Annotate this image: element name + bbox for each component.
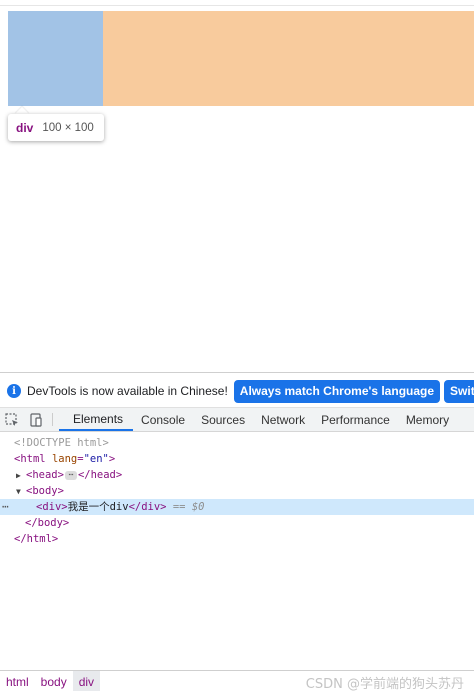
tooltip-dimensions: 100 × 100: [42, 121, 94, 134]
body-close-tag: </body>: [25, 517, 70, 529]
tab-memory[interactable]: Memory: [398, 408, 457, 431]
device-toolbar-icon[interactable]: [24, 408, 48, 431]
toolbar-divider: [52, 413, 53, 426]
expand-triangle-icon[interactable]: ▶: [16, 468, 26, 484]
body-open-tag: <body>: [26, 485, 64, 497]
switch-devtools-button[interactable]: Switch DevTo: [444, 379, 474, 403]
collapse-triangle-icon[interactable]: ▼: [16, 484, 26, 500]
devtools-panel: i DevTools is now available in Chinese! …: [0, 372, 474, 691]
lang-value: "en": [83, 453, 109, 465]
tab-console[interactable]: Console: [133, 408, 193, 431]
dom-node-body-close[interactable]: </body>: [0, 515, 474, 531]
div-close-tag: </div>: [128, 501, 167, 513]
language-infobar: i DevTools is now available in Chinese! …: [0, 379, 474, 403]
lang-attribute: lang: [51, 453, 78, 465]
div-content-highlight: [8, 11, 103, 106]
page-viewport: div 100 × 100: [0, 0, 474, 372]
dom-node-doctype[interactable]: <!DOCTYPE html>: [0, 435, 474, 451]
tooltip-tag: div: [16, 120, 34, 135]
more-options-icon[interactable]: ⋯: [2, 499, 9, 515]
html-close-tag: </html>: [14, 533, 59, 545]
breadcrumb-html[interactable]: html: [0, 671, 35, 691]
inspector-tooltip: div 100 × 100: [8, 114, 104, 141]
viewport-top-border: [0, 5, 474, 6]
div-text-content: 我是一个div: [67, 501, 129, 513]
tab-network[interactable]: Network: [253, 408, 313, 431]
inspect-element-icon[interactable]: [0, 408, 24, 431]
dollar-zero-marker: $0: [191, 501, 205, 513]
infobar-message: DevTools is now available in Chinese!: [27, 384, 228, 398]
tab-sources[interactable]: Sources: [193, 408, 253, 431]
html-open-gt: >: [108, 453, 116, 465]
html-open-tag: <html: [14, 453, 46, 465]
dom-node-head[interactable]: ▶ <head> ⋯ </head>: [0, 467, 474, 483]
equals-marker: ==: [172, 501, 186, 513]
head-open-tag: <head>: [26, 469, 64, 481]
devtools-tabbar: Elements Console Sources Network Perform…: [0, 407, 474, 432]
tab-elements[interactable]: Elements: [59, 408, 134, 431]
dom-node-html-close[interactable]: </html>: [0, 531, 474, 547]
info-icon: i: [7, 384, 21, 398]
div-margin-highlight: [103, 11, 474, 106]
div-open-tag: <div>: [36, 501, 68, 513]
dom-node-html[interactable]: <html lang="en">: [0, 451, 474, 467]
watermark-text: CSDN @学前端的狗头苏丹: [305, 677, 464, 691]
tab-performance[interactable]: Performance: [313, 408, 398, 431]
breadcrumb-body[interactable]: body: [35, 671, 73, 691]
elements-dom-tree: <!DOCTYPE html> <html lang="en"> ▶ <head>…: [0, 433, 474, 663]
always-match-language-button[interactable]: Always match Chrome's language: [233, 379, 441, 403]
collapsed-ellipsis-icon[interactable]: ⋯: [64, 470, 77, 480]
dom-node-div-selected[interactable]: ⋯ <div>我是一个div</div> == $0: [0, 499, 474, 515]
breadcrumb-div[interactable]: div: [72, 670, 101, 691]
head-close-tag: </head>: [77, 469, 123, 481]
dom-node-body[interactable]: ▼ <body>: [0, 483, 474, 499]
doctype-text: <!DOCTYPE html>: [14, 437, 109, 449]
